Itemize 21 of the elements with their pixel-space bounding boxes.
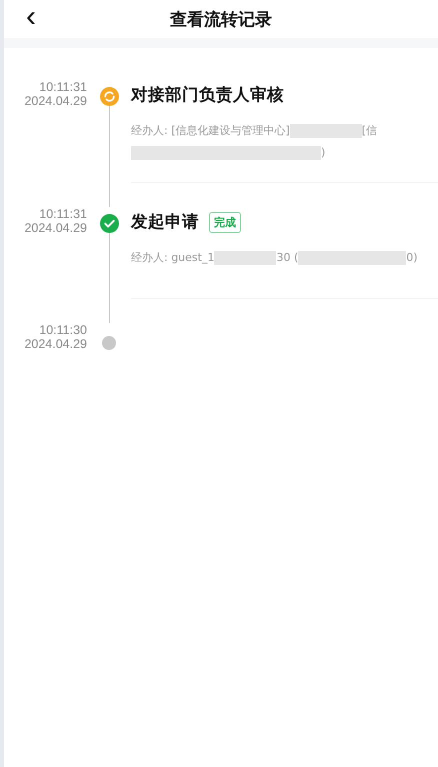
step-title: 对接部门负责人审核 bbox=[131, 84, 284, 106]
step-time: 10:11:31 bbox=[39, 207, 87, 221]
check-icon bbox=[100, 214, 118, 233]
handler-text: 30 ( bbox=[276, 250, 298, 266]
step-time: 10:11:31 bbox=[39, 80, 87, 94]
page-title: 查看流转记录 bbox=[170, 8, 272, 30]
handler-text: 经办人: guest_1 bbox=[131, 250, 214, 266]
back-button[interactable]: ‹ bbox=[20, 2, 42, 32]
handler-text: 经办人: [信息化建设与管理中心] bbox=[131, 123, 290, 139]
redacted-block bbox=[214, 251, 276, 265]
dot-icon bbox=[102, 336, 116, 350]
step-title: 发起申请 bbox=[131, 211, 199, 233]
handler-text: [信 bbox=[362, 123, 378, 139]
handler-text: ) bbox=[321, 145, 326, 161]
step-date: 2024.04.29 bbox=[24, 337, 87, 351]
step-date: 2024.04.29 bbox=[24, 221, 87, 235]
step-date: 2024.04.29 bbox=[24, 94, 87, 108]
progress-icon bbox=[100, 87, 118, 106]
status-tag: 完成 bbox=[209, 212, 241, 232]
handler-text: 0) bbox=[406, 250, 418, 266]
step-time: 10:11:30 bbox=[39, 323, 87, 337]
